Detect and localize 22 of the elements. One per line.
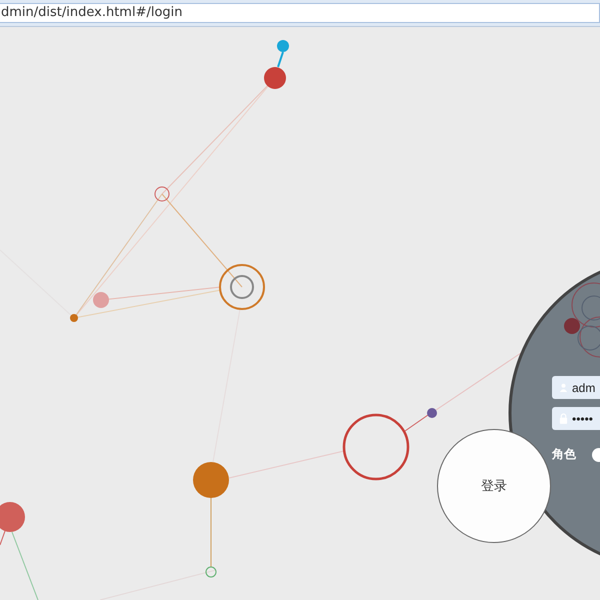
- graph-node: [93, 292, 109, 308]
- graph-node: [427, 408, 437, 418]
- login-button[interactable]: 登录: [437, 429, 551, 543]
- lock-icon: [559, 413, 568, 424]
- address-bar[interactable]: dmin/dist/index.html#/login: [0, 3, 600, 23]
- graph-edge: [404, 414, 428, 432]
- graph-edge: [0, 530, 6, 546]
- graph-node: [0, 502, 25, 532]
- role-label: 角色: [552, 446, 576, 463]
- graph-node: [206, 566, 216, 578]
- graph-node: [193, 462, 229, 498]
- graph-edge: [12, 532, 38, 600]
- graph-node: [277, 40, 289, 52]
- graph-edge: [277, 52, 284, 68]
- username-field[interactable]: adm: [552, 376, 600, 399]
- password-field[interactable]: •••••: [552, 407, 600, 430]
- user-icon: [559, 382, 568, 393]
- graph-node: [70, 314, 78, 322]
- graph-edge: [210, 498, 212, 568]
- graph-node: [154, 186, 170, 202]
- graph-node: [342, 414, 410, 480]
- graph-node: [264, 67, 286, 89]
